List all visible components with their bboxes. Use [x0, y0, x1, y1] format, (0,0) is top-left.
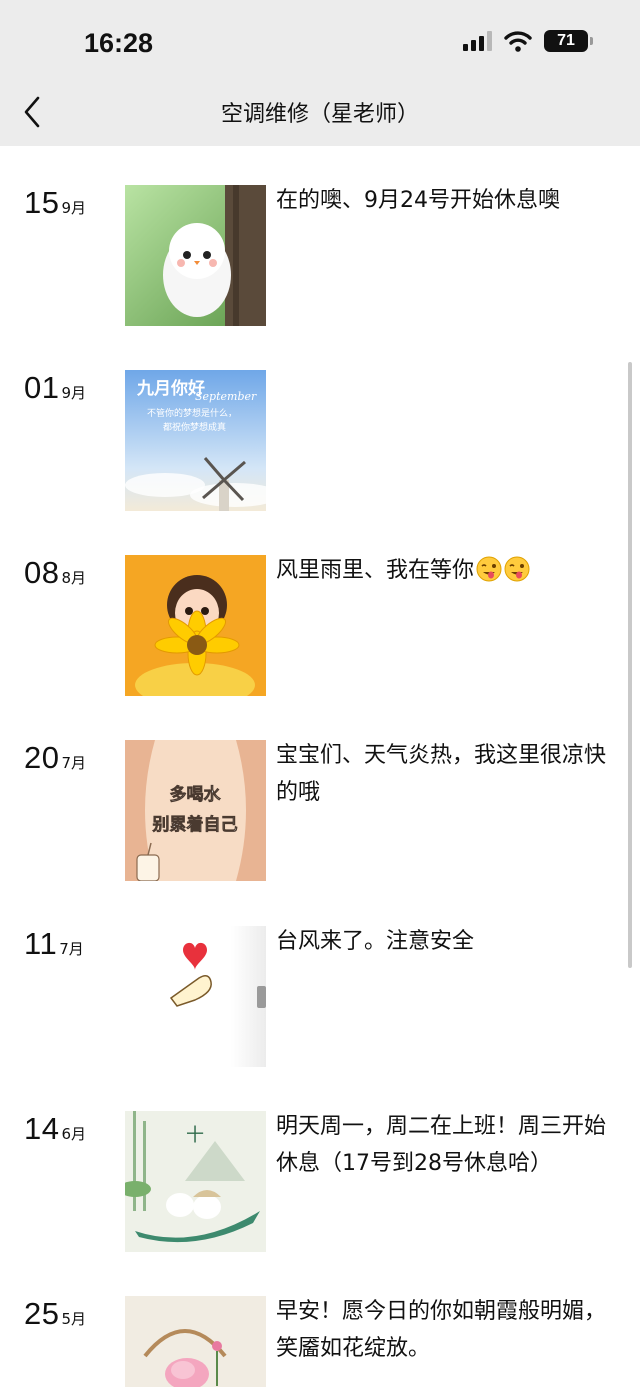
post-date: 20 7月	[24, 740, 86, 776]
wifi-icon	[504, 31, 532, 52]
post-day: 15	[24, 185, 60, 220]
post-day: 20	[24, 740, 60, 775]
post-item[interactable]: 01 9月 九月你好 September 不管你的梦想是什么， 都祝你梦想成真	[0, 370, 640, 520]
post-item[interactable]: 14 6月 十 明天周一，周二在上班！周三开始休息（17号到28号休息哈）	[0, 1111, 640, 1261]
post-text: 在的噢、9月24号开始休息噢	[276, 188, 560, 213]
image-line-1: 不管你的梦想是什么，	[147, 407, 237, 419]
post-month: 9月	[61, 199, 87, 217]
post-image-finger-heart[interactable]	[125, 926, 266, 1067]
post-day: 08	[24, 555, 60, 590]
post-date: 08 8月	[24, 555, 86, 591]
post-item[interactable]: 15 9月 在的噢、9月24号开始休息噢	[0, 185, 640, 335]
status-time: 16:28	[84, 28, 154, 58]
post-text: 明天周一，周二在上班！周三开始休息（17号到28号休息哈）	[276, 1114, 607, 1176]
post-image-september[interactable]: 九月你好 September 不管你的梦想是什么， 都祝你梦想成真	[125, 370, 266, 511]
svg-text:十: 十	[186, 1125, 204, 1146]
post-date: 14 6月	[24, 1111, 86, 1147]
post-text-content: 风里雨里、我在等你	[276, 558, 475, 583]
top-bar: 16:28 71 空调维修（星老师）	[0, 0, 640, 146]
post-day: 14	[24, 1111, 60, 1146]
image-subtitle: September	[195, 390, 257, 403]
post-month: 7月	[61, 754, 87, 772]
status-icons: 71	[463, 30, 593, 52]
post-month: 8月	[61, 569, 87, 587]
post-day: 11	[24, 926, 58, 961]
image-line-1: 多喝水	[170, 784, 222, 805]
post-image-girl-sunflower[interactable]	[125, 555, 266, 696]
post-text: 早安！愿今日的你如朝霞般明媚，笑靥如花绽放。	[276, 1299, 607, 1361]
post-date: 15 9月	[24, 185, 86, 221]
post-date: 01 9月	[24, 370, 86, 406]
post-item[interactable]: 25 5月 早安！愿今日的你如朝霞般明媚，笑靥如花绽放。	[0, 1296, 640, 1387]
post-date: 11 7月	[24, 926, 84, 962]
post-month: 9月	[61, 384, 87, 402]
post-text: 宝宝们、天气炎热，我这里很凉快的哦	[276, 743, 607, 805]
post-image-flower-basket[interactable]	[125, 1296, 266, 1387]
page-title: 空调维修（星老师）	[220, 102, 419, 127]
scrollbar[interactable]	[628, 362, 632, 968]
post-day: 01	[24, 370, 60, 405]
post-item[interactable]: 20 7月 多喝水 别累着自己 宝宝们、天气炎热，我这里很凉快的哦	[0, 740, 640, 890]
winking-tongue-emoji-icon	[476, 556, 502, 582]
post-text: 台风来了。注意安全	[276, 929, 475, 954]
post-date: 25 5月	[24, 1296, 86, 1332]
post-item[interactable]: 08 8月 风里雨里、我在等你	[0, 555, 640, 705]
post-item[interactable]: 11 7月 台风来了。注意安全	[0, 926, 640, 1076]
post-month: 5月	[61, 1310, 87, 1328]
post-image-chick[interactable]	[125, 185, 266, 326]
post-image-drink-water[interactable]: 多喝水 别累着自己	[125, 740, 266, 881]
post-month: 6月	[61, 1125, 87, 1143]
post-text: 风里雨里、我在等你	[276, 552, 616, 589]
post-month: 7月	[59, 940, 84, 958]
post-image-dragon-boat[interactable]: 十	[125, 1111, 266, 1252]
winking-tongue-emoji-icon	[504, 556, 530, 582]
moments-feed: 15 9月 在的噢、9月24号开始休息噢 01 9月 九月你好 Septembe…	[0, 146, 640, 1387]
image-line-2: 都祝你梦想成真	[163, 421, 226, 433]
post-day: 25	[24, 1296, 60, 1331]
cellular-signal-icon	[463, 31, 492, 51]
battery-icon: 71	[544, 30, 593, 52]
image-line-2: 别累着自己	[152, 814, 238, 835]
